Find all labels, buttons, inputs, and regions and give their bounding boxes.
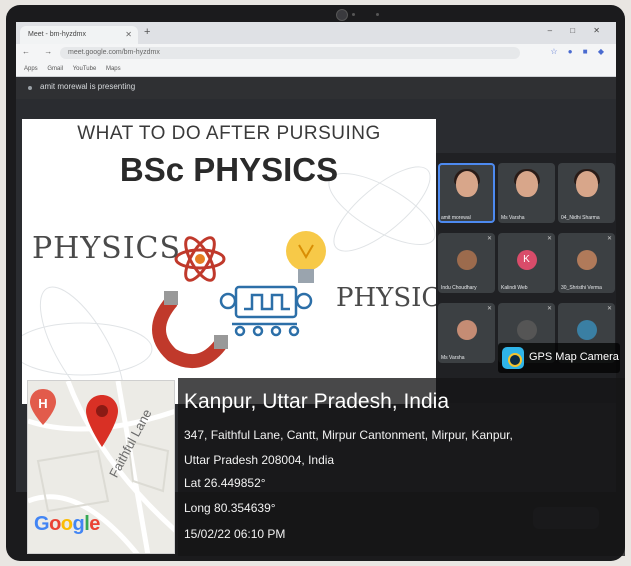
mic-muted-icon: ✕ [486,236,492,242]
new-tab-button[interactable]: + [144,26,150,38]
slide-subject: BSc PHYSICS [119,151,339,188]
tab-close-icon[interactable]: ✕ [125,26,132,44]
mic-muted-icon: ✕ [486,306,492,312]
presenting-text: amit morewal is presenting [40,82,136,91]
mic-muted-icon: ✕ [546,236,552,242]
bookmarks-bar: Apps Gmail YouTube Maps [16,62,616,77]
presenting-bar: amit morewal is presenting [16,77,616,99]
browser-tab[interactable]: Meet - bm-hyzdmx ✕ [20,26,138,44]
slide-word-left: PHYSICS [32,231,182,266]
lens [508,353,522,367]
svg-text:H: H [38,396,47,411]
location-pin-icon [86,395,118,447]
participant-tile[interactable]: 04_Nidhi Sharma [558,163,615,223]
address-bar-row: ← → C meet.google.com/bm-hyzdmx ☆ ● ■ ◆ [16,44,616,62]
camera-lens-icon [502,347,524,369]
location-address-line2: Uttar Pradesh 208004, India [184,453,335,467]
google-logo: Google [34,513,100,535]
circuit-icon [219,285,313,337]
participant-tile[interactable]: amit morewal [438,163,495,223]
participant-name: Kalindi Web [501,285,528,291]
tab-title: Meet - bm-hyzdmx [28,31,86,38]
webcam [336,9,348,21]
hospital-pin-icon: H [30,389,56,425]
avatar [456,250,477,270]
slide-word-right: PHYSICS [336,283,436,313]
location-address-line1: 347, Faithful Lane, Cantt, Mirpur Canton… [184,428,513,442]
url-input[interactable]: meet.google.com/bm-hyzdmx [60,47,520,59]
gps-map-camera-badge: GPS Map Camera [498,343,620,373]
slide-heading: WHAT TO DO AFTER PURSUING [77,123,381,144]
browser-tab-bar: Meet - bm-hyzdmx ✕ + – □ ✕ [16,22,616,44]
mic-muted-icon: ✕ [606,306,612,312]
participant-face [455,171,478,197]
participant-tile[interactable]: ✕ Ms Varsha [438,303,495,363]
mic-muted-icon: ✕ [546,306,552,312]
location-datetime: 15/02/22 06:10 PM [184,527,286,541]
location-longitude: Long 80.354639° [184,501,276,515]
avatar [456,320,477,340]
participant-name: Ms Varsha [501,215,525,221]
participant-name: amit morewal [441,215,471,221]
participant-tile[interactable]: Ms Varsha [498,163,555,223]
indicator-dot [376,13,379,16]
location-overlay: Kanpur, Uttar Pradesh, India 347, Faithf… [178,378,625,556]
atom-icon [174,236,226,282]
participant-face [575,171,598,197]
bookmark-gmail[interactable]: Gmail [47,66,63,72]
present-icon [28,86,32,90]
mic-muted-icon: ✕ [606,236,612,242]
participant-tile[interactable]: ✕ Indu Choudhary [438,233,495,293]
avatar: K [516,250,537,270]
location-latitude: Lat 26.449852° [184,476,266,490]
avatar [516,320,537,340]
participant-face [515,171,538,197]
avatar [576,250,597,270]
location-city: Kanpur, Uttar Pradesh, India [184,390,449,413]
presented-slide: WHAT TO DO AFTER PURSUING BSc PHYSICS PH… [22,119,436,404]
bulb-icon [286,231,326,283]
magnet-icon [152,291,228,369]
participant-name: 04_Nidhi Sharma [561,215,600,221]
participant-name: Indu Choudhary [441,285,477,291]
window-controls[interactable]: – □ ✕ [548,26,608,35]
location-map: H Faithful Lane Google [27,380,175,554]
bookmark-apps[interactable]: Apps [24,66,38,72]
bookmark-youtube[interactable]: YouTube [73,66,97,72]
participant-tile[interactable]: ✕ 30_Shristhi Verma [558,233,615,293]
gps-badge-label: GPS Map Camera [529,351,619,363]
indicator-dot [352,13,355,16]
participant-name: 30_Shristhi Verma [561,285,602,291]
participant-tile[interactable]: ✕ K Kalindi Web [498,233,555,293]
extension-icons[interactable]: ☆ ● ■ ◆ [550,47,608,56]
bookmark-maps[interactable]: Maps [106,66,121,72]
participant-name: Ms Varsha [441,355,465,361]
avatar [576,320,597,340]
